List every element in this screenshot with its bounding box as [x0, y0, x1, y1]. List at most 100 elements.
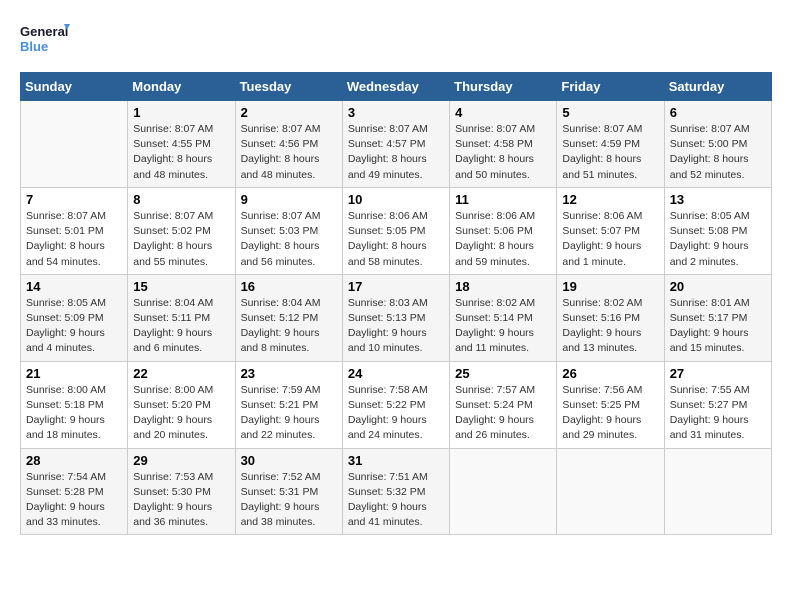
calendar-cell: 3 Sunrise: 8:07 AMSunset: 4:57 PMDaylight…: [342, 101, 449, 188]
calendar-cell: 29 Sunrise: 7:53 AMSunset: 5:30 PMDayligh…: [128, 448, 235, 535]
calendar-cell: 7 Sunrise: 8:07 AMSunset: 5:01 PMDaylight…: [21, 187, 128, 274]
day-info: Sunrise: 8:07 AMSunset: 5:00 PMDaylight:…: [670, 122, 766, 183]
day-number: 11: [455, 192, 551, 207]
day-number: 7: [26, 192, 122, 207]
calendar-cell: 18 Sunrise: 8:02 AMSunset: 5:14 PMDayligh…: [450, 274, 557, 361]
calendar-week-3: 14 Sunrise: 8:05 AMSunset: 5:09 PMDayligh…: [21, 274, 772, 361]
calendar-cell: [21, 101, 128, 188]
logo-svg: General Blue: [20, 20, 70, 62]
calendar-cell: 14 Sunrise: 8:05 AMSunset: 5:09 PMDayligh…: [21, 274, 128, 361]
day-info: Sunrise: 8:04 AMSunset: 5:12 PMDaylight:…: [241, 296, 337, 357]
day-number: 10: [348, 192, 444, 207]
header-day-friday: Friday: [557, 73, 664, 101]
day-info: Sunrise: 7:53 AMSunset: 5:30 PMDaylight:…: [133, 470, 229, 531]
header-row: SundayMondayTuesdayWednesdayThursdayFrid…: [21, 73, 772, 101]
day-number: 21: [26, 366, 122, 381]
day-info: Sunrise: 8:02 AMSunset: 5:14 PMDaylight:…: [455, 296, 551, 357]
header-day-saturday: Saturday: [664, 73, 771, 101]
calendar-cell: 24 Sunrise: 7:58 AMSunset: 5:22 PMDayligh…: [342, 361, 449, 448]
calendar-cell: 17 Sunrise: 8:03 AMSunset: 5:13 PMDayligh…: [342, 274, 449, 361]
day-number: 15: [133, 279, 229, 294]
day-info: Sunrise: 8:05 AMSunset: 5:09 PMDaylight:…: [26, 296, 122, 357]
day-info: Sunrise: 8:06 AMSunset: 5:07 PMDaylight:…: [562, 209, 658, 270]
day-number: 28: [26, 453, 122, 468]
header-day-tuesday: Tuesday: [235, 73, 342, 101]
day-info: Sunrise: 8:07 AMSunset: 4:59 PMDaylight:…: [562, 122, 658, 183]
day-info: Sunrise: 8:07 AMSunset: 4:58 PMDaylight:…: [455, 122, 551, 183]
day-info: Sunrise: 8:07 AMSunset: 5:03 PMDaylight:…: [241, 209, 337, 270]
day-number: 13: [670, 192, 766, 207]
day-number: 6: [670, 105, 766, 120]
day-info: Sunrise: 7:52 AMSunset: 5:31 PMDaylight:…: [241, 470, 337, 531]
calendar-cell: 30 Sunrise: 7:52 AMSunset: 5:31 PMDayligh…: [235, 448, 342, 535]
day-info: Sunrise: 8:07 AMSunset: 5:02 PMDaylight:…: [133, 209, 229, 270]
calendar-body: 1 Sunrise: 8:07 AMSunset: 4:55 PMDaylight…: [21, 101, 772, 535]
day-info: Sunrise: 8:01 AMSunset: 5:17 PMDaylight:…: [670, 296, 766, 357]
day-info: Sunrise: 8:06 AMSunset: 5:05 PMDaylight:…: [348, 209, 444, 270]
calendar-cell: 6 Sunrise: 8:07 AMSunset: 5:00 PMDaylight…: [664, 101, 771, 188]
calendar-cell: 28 Sunrise: 7:54 AMSunset: 5:28 PMDayligh…: [21, 448, 128, 535]
calendar-cell: 19 Sunrise: 8:02 AMSunset: 5:16 PMDayligh…: [557, 274, 664, 361]
calendar-week-1: 1 Sunrise: 8:07 AMSunset: 4:55 PMDaylight…: [21, 101, 772, 188]
calendar-cell: 10 Sunrise: 8:06 AMSunset: 5:05 PMDayligh…: [342, 187, 449, 274]
logo: General Blue: [20, 20, 70, 62]
calendar-header: SundayMondayTuesdayWednesdayThursdayFrid…: [21, 73, 772, 101]
day-info: Sunrise: 7:55 AMSunset: 5:27 PMDaylight:…: [670, 383, 766, 444]
day-number: 1: [133, 105, 229, 120]
day-number: 18: [455, 279, 551, 294]
day-number: 27: [670, 366, 766, 381]
day-number: 26: [562, 366, 658, 381]
calendar-week-4: 21Sunrise: 8:00 AMSunset: 5:18 PMDayligh…: [21, 361, 772, 448]
calendar-cell: 20 Sunrise: 8:01 AMSunset: 5:17 PMDayligh…: [664, 274, 771, 361]
day-number: 5: [562, 105, 658, 120]
day-info: Sunrise: 8:07 AMSunset: 4:56 PMDaylight:…: [241, 122, 337, 183]
day-info: Sunrise: 8:07 AMSunset: 5:01 PMDaylight:…: [26, 209, 122, 270]
day-info: Sunrise: 7:59 AMSunset: 5:21 PMDaylight:…: [241, 383, 337, 444]
day-info: Sunrise: 8:07 AMSunset: 4:55 PMDaylight:…: [133, 122, 229, 183]
day-number: 19: [562, 279, 658, 294]
calendar-cell: 21Sunrise: 8:00 AMSunset: 5:18 PMDayligh…: [21, 361, 128, 448]
calendar-cell: 16 Sunrise: 8:04 AMSunset: 5:12 PMDayligh…: [235, 274, 342, 361]
calendar-cell: 13Sunrise: 8:05 AMSunset: 5:08 PMDayligh…: [664, 187, 771, 274]
header-day-thursday: Thursday: [450, 73, 557, 101]
day-number: 16: [241, 279, 337, 294]
day-number: 25: [455, 366, 551, 381]
calendar-cell: 23Sunrise: 7:59 AMSunset: 5:21 PMDayligh…: [235, 361, 342, 448]
calendar-cell: [450, 448, 557, 535]
svg-text:Blue: Blue: [20, 39, 48, 54]
day-number: 2: [241, 105, 337, 120]
day-info: Sunrise: 7:54 AMSunset: 5:28 PMDaylight:…: [26, 470, 122, 531]
calendar-cell: [557, 448, 664, 535]
header-day-wednesday: Wednesday: [342, 73, 449, 101]
day-number: 24: [348, 366, 444, 381]
header-day-sunday: Sunday: [21, 73, 128, 101]
svg-text:General: General: [20, 24, 68, 39]
day-number: 20: [670, 279, 766, 294]
calendar-cell: 1 Sunrise: 8:07 AMSunset: 4:55 PMDaylight…: [128, 101, 235, 188]
day-number: 8: [133, 192, 229, 207]
day-info: Sunrise: 7:57 AMSunset: 5:24 PMDaylight:…: [455, 383, 551, 444]
day-number: 14: [26, 279, 122, 294]
day-number: 17: [348, 279, 444, 294]
day-number: 22: [133, 366, 229, 381]
calendar-cell: 15Sunrise: 8:04 AMSunset: 5:11 PMDayligh…: [128, 274, 235, 361]
day-number: 12: [562, 192, 658, 207]
calendar-cell: 25 Sunrise: 7:57 AMSunset: 5:24 PMDayligh…: [450, 361, 557, 448]
day-info: Sunrise: 8:00 AMSunset: 5:20 PMDaylight:…: [133, 383, 229, 444]
calendar-cell: 22 Sunrise: 8:00 AMSunset: 5:20 PMDayligh…: [128, 361, 235, 448]
calendar-table: SundayMondayTuesdayWednesdayThursdayFrid…: [20, 72, 772, 535]
day-info: Sunrise: 8:07 AMSunset: 4:57 PMDaylight:…: [348, 122, 444, 183]
day-info: Sunrise: 7:58 AMSunset: 5:22 PMDaylight:…: [348, 383, 444, 444]
day-info: Sunrise: 8:02 AMSunset: 5:16 PMDaylight:…: [562, 296, 658, 357]
calendar-cell: 2 Sunrise: 8:07 AMSunset: 4:56 PMDaylight…: [235, 101, 342, 188]
day-number: 31: [348, 453, 444, 468]
day-info: Sunrise: 8:03 AMSunset: 5:13 PMDaylight:…: [348, 296, 444, 357]
day-number: 29: [133, 453, 229, 468]
day-number: 3: [348, 105, 444, 120]
calendar-cell: 8 Sunrise: 8:07 AMSunset: 5:02 PMDaylight…: [128, 187, 235, 274]
calendar-cell: 31Sunrise: 7:51 AMSunset: 5:32 PMDayligh…: [342, 448, 449, 535]
calendar-cell: 26Sunrise: 7:56 AMSunset: 5:25 PMDayligh…: [557, 361, 664, 448]
day-number: 9: [241, 192, 337, 207]
day-number: 30: [241, 453, 337, 468]
day-info: Sunrise: 8:06 AMSunset: 5:06 PMDaylight:…: [455, 209, 551, 270]
